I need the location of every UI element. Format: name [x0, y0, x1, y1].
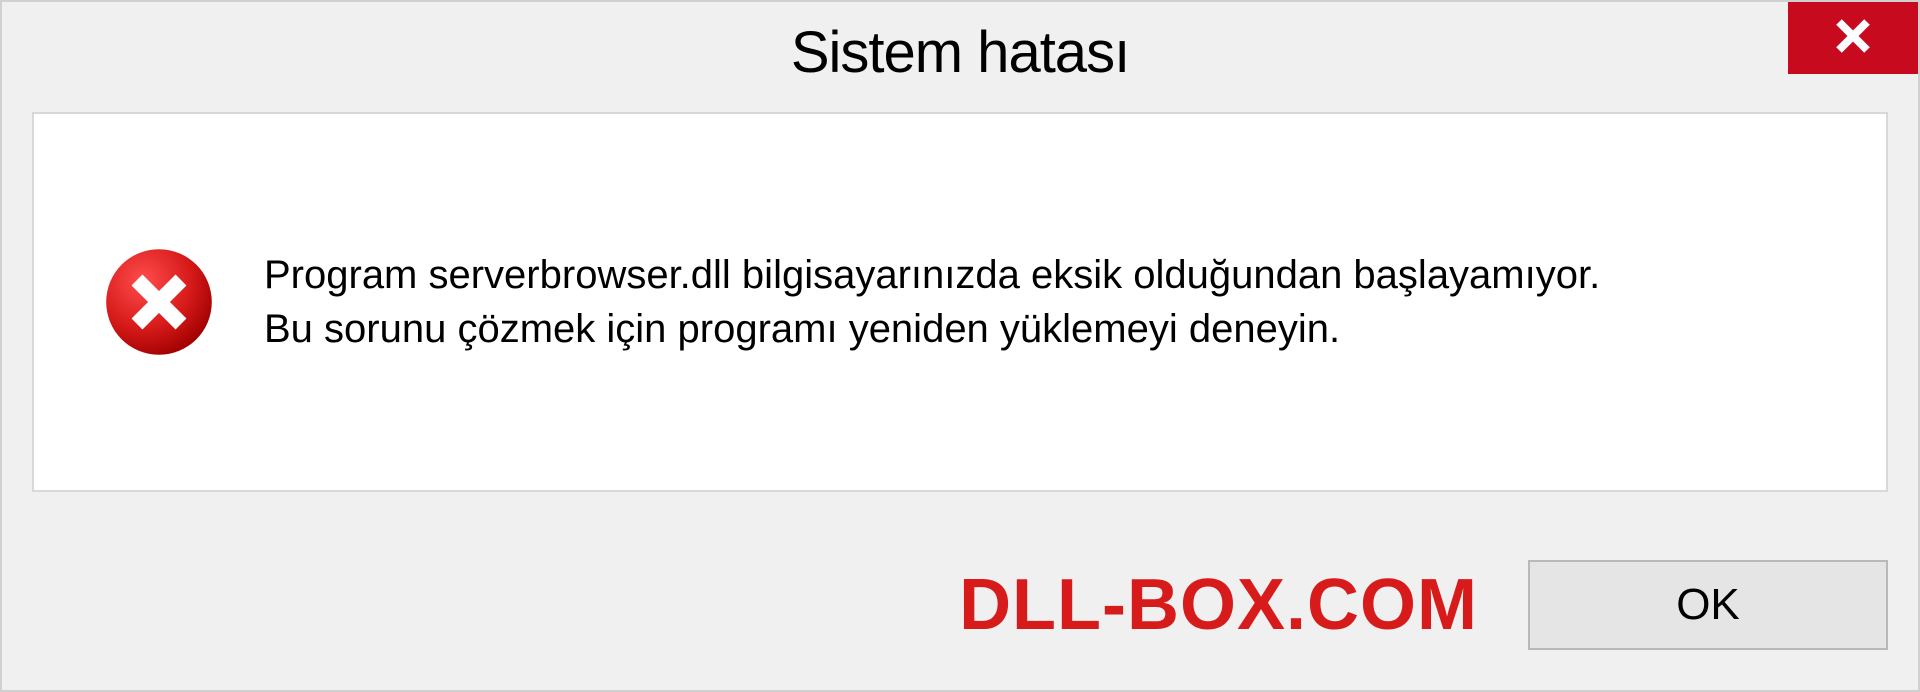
message-block: Program serverbrowser.dll bilgisayarınız…	[264, 248, 1816, 356]
close-button[interactable]	[1788, 2, 1918, 74]
titlebar: Sistem hatası	[2, 2, 1918, 102]
close-icon	[1832, 15, 1874, 62]
content-panel: Program serverbrowser.dll bilgisayarınız…	[32, 112, 1888, 492]
footer: DLL-BOX.COM OK	[2, 550, 1888, 660]
error-dialog: Sistem hatası	[0, 0, 1920, 692]
ok-button-label: OK	[1676, 580, 1740, 630]
dialog-title: Sistem hatası	[791, 19, 1129, 86]
error-icon	[104, 247, 214, 357]
message-line-1: Program serverbrowser.dll bilgisayarınız…	[264, 248, 1816, 302]
ok-button[interactable]: OK	[1528, 560, 1888, 650]
watermark-text: DLL-BOX.COM	[959, 564, 1478, 646]
message-line-2: Bu sorunu çözmek için programı yeniden y…	[264, 302, 1816, 356]
